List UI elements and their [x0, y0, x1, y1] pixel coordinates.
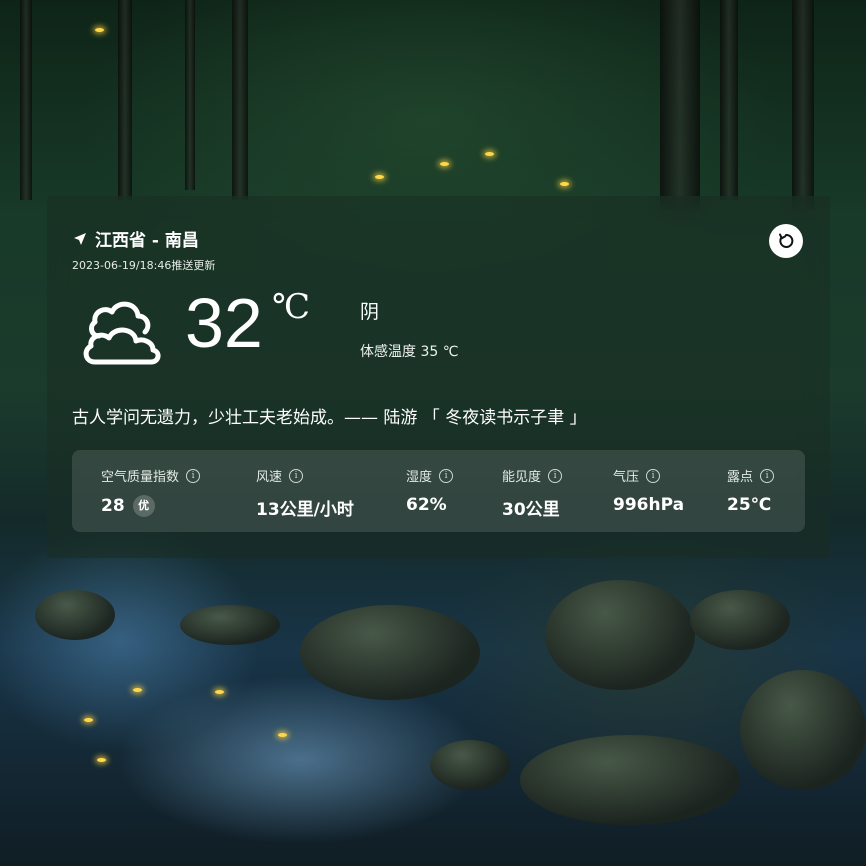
feels-like: 体感温度 35 ℃: [360, 344, 459, 360]
tree-trunk: [232, 0, 248, 200]
stat-label: 气压: [613, 470, 640, 485]
info-icon[interactable]: i: [186, 468, 201, 483]
stat-value: 28: [101, 496, 125, 516]
temperature-unit: ℃: [272, 287, 311, 327]
refresh-button[interactable]: [769, 224, 803, 258]
stat-visibility: 能见度 i 30公里: [502, 466, 563, 520]
rock: [690, 590, 790, 650]
stat-label: 湿度: [406, 470, 433, 485]
firefly: [215, 690, 224, 694]
info-icon[interactable]: i: [646, 468, 661, 483]
daily-quote: 古人学问无遗力，少壮工夫老始成。—— 陆游 「 冬夜读书示子聿 」: [72, 408, 587, 428]
rock: [35, 590, 115, 640]
stat-aqi: 空气质量指数 i 28 优: [101, 466, 201, 517]
stat-dew-point: 露点 i 25℃: [727, 466, 775, 515]
aqi-badge: 优: [132, 495, 155, 517]
info-icon[interactable]: i: [548, 468, 563, 483]
stat-humidity: 湿度 i 62%: [406, 466, 454, 515]
cloudy-icon: [83, 301, 161, 365]
stat-pressure: 气压 i 996hPa: [613, 466, 684, 515]
stat-value: 62%: [406, 495, 447, 515]
stat-label: 露点: [727, 470, 754, 485]
info-icon[interactable]: i: [289, 468, 304, 483]
location: 江西省 - 南昌: [73, 226, 199, 251]
tree-trunk: [118, 0, 132, 200]
firefly: [133, 688, 142, 692]
info-icon[interactable]: i: [439, 468, 454, 483]
tree-trunk: [20, 0, 32, 200]
stat-label: 能见度: [502, 470, 542, 485]
stat-value: 996hPa: [613, 495, 685, 515]
rock: [430, 740, 510, 790]
temperature-value: 32: [185, 284, 263, 362]
firefly: [375, 175, 384, 179]
tree-trunk: [792, 0, 814, 210]
firefly: [485, 152, 494, 156]
firefly: [97, 758, 106, 762]
stat-value: 30公里: [502, 500, 560, 520]
firefly: [95, 28, 104, 32]
stat-value: 13公里/小时: [256, 500, 354, 520]
firefly: [84, 718, 93, 722]
info-icon[interactable]: i: [760, 468, 775, 483]
firefly: [440, 162, 449, 166]
location-arrow-icon: [74, 232, 86, 245]
rock: [300, 605, 480, 700]
refresh-icon: [779, 233, 794, 248]
tree-trunk: [660, 0, 700, 210]
stat-wind: 风速 i 13公里/小时: [256, 466, 354, 520]
weather-card: 江西省 - 南昌 2023-06-19/18:46推送更新 32 ℃ 阴 体感温…: [47, 196, 830, 558]
firefly: [560, 182, 569, 186]
rock: [180, 605, 280, 645]
update-time: 2023-06-19/18:46推送更新: [72, 259, 216, 272]
tree-trunk: [720, 0, 738, 200]
tree-trunk: [185, 0, 195, 190]
stats-panel: 空气质量指数 i 28 优 风速 i 13公里/小时 湿度 i 62% 能见度 …: [72, 450, 805, 532]
stat-value: 25℃: [727, 495, 772, 515]
rock: [520, 735, 740, 825]
firefly: [278, 733, 287, 737]
stat-label: 空气质量指数: [101, 470, 180, 485]
location-label: 江西省 - 南昌: [95, 231, 199, 251]
weather-condition: 阴: [360, 301, 380, 323]
rock: [545, 580, 695, 690]
rock: [740, 670, 866, 790]
stat-label: 风速: [256, 470, 283, 485]
